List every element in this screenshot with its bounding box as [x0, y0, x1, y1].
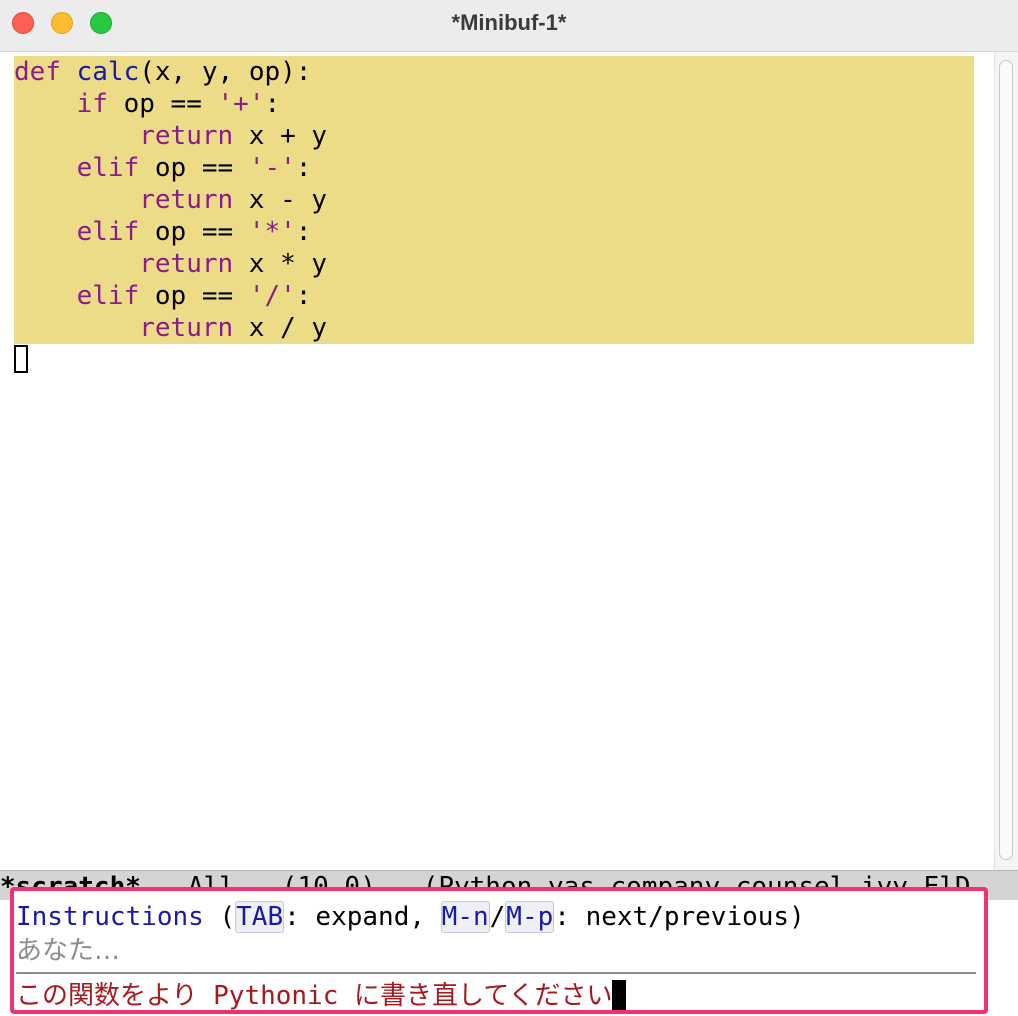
code-token: :: [295, 153, 312, 183]
code-line[interactable]: return x / y: [14, 312, 974, 344]
instructions-line: Instructions (TAB: expand, M-n/M-p: next…: [16, 901, 805, 933]
keyword-token: def: [14, 57, 61, 87]
tab-description: : expand,: [284, 902, 441, 932]
window-title: *Minibuf-1*: [451, 10, 567, 35]
key-separator: /: [489, 902, 506, 932]
code-token: x + y: [233, 121, 328, 151]
code-token: op ==: [139, 217, 249, 247]
code-token: :: [264, 89, 281, 119]
code-token: x - y: [233, 185, 328, 215]
keyword-token: elif: [76, 281, 140, 311]
string-token: '-': [248, 153, 296, 183]
code-line[interactable]: return x - y: [14, 184, 974, 216]
code-token: x * y: [233, 249, 328, 279]
code-token: op ==: [107, 89, 218, 119]
keyword-token: return: [139, 313, 234, 343]
left-fringe: [0, 52, 14, 870]
title-bar: *Minibuf-1*: [0, 0, 1018, 52]
prompt-input[interactable]: この関数をより Pythonic に書き直してください: [16, 980, 627, 1010]
code-line[interactable]: elif op == '/':: [14, 280, 974, 312]
string-token: '+': [217, 89, 265, 119]
keyword-token: if: [76, 89, 108, 119]
keyword-token: return: [139, 249, 234, 279]
scrollbar-thumb[interactable]: [999, 60, 1013, 860]
code-token: x / y: [233, 313, 328, 343]
prev-key-badge: M-p: [505, 901, 555, 933]
string-token: '/': [248, 281, 296, 311]
keyword-token: return: [139, 185, 234, 215]
code-token: :: [295, 217, 312, 247]
code-line[interactable]: if op == '+':: [14, 88, 974, 120]
instructions-label: Instructions: [16, 902, 204, 932]
string-token: '*': [248, 217, 296, 247]
code-line[interactable]: elif op == '-':: [14, 152, 974, 184]
prompt-input-text[interactable]: この関数をより Pythonic に書き直してください: [16, 981, 612, 1010]
code-line[interactable]: return x * y: [14, 248, 974, 280]
function-name-token: calc: [76, 57, 140, 87]
next-key-badge: M-n: [440, 901, 490, 933]
vertical-scrollbar[interactable]: [994, 52, 1018, 870]
nav-description: : next/previous): [554, 902, 805, 932]
minibuffer-divider: [16, 972, 976, 974]
code-block[interactable]: def calc(x, y, op): if op == '+': return…: [14, 56, 974, 344]
code-token: op ==: [139, 153, 249, 183]
text-cursor: [14, 345, 28, 373]
code-line[interactable]: elif op == '*':: [14, 216, 974, 248]
keyword-token: elif: [76, 153, 140, 183]
code-token: op ==: [139, 281, 249, 311]
keyword-token: return: [139, 121, 234, 151]
code-line[interactable]: def calc(x, y, op):: [14, 56, 974, 88]
tab-key-badge: TAB: [235, 901, 285, 933]
prompt-placeholder: あなた…: [16, 936, 121, 966]
code-line[interactable]: return x + y: [14, 120, 974, 152]
code-token: (x, y, op):: [139, 57, 312, 87]
code-token: :: [295, 281, 312, 311]
instructions-open-paren: (: [203, 902, 236, 932]
input-cursor: [612, 980, 627, 1010]
keyword-token: elif: [76, 217, 140, 247]
minibuffer-panel: Instructions (TAB: expand, M-n/M-p: next…: [10, 887, 988, 1014]
